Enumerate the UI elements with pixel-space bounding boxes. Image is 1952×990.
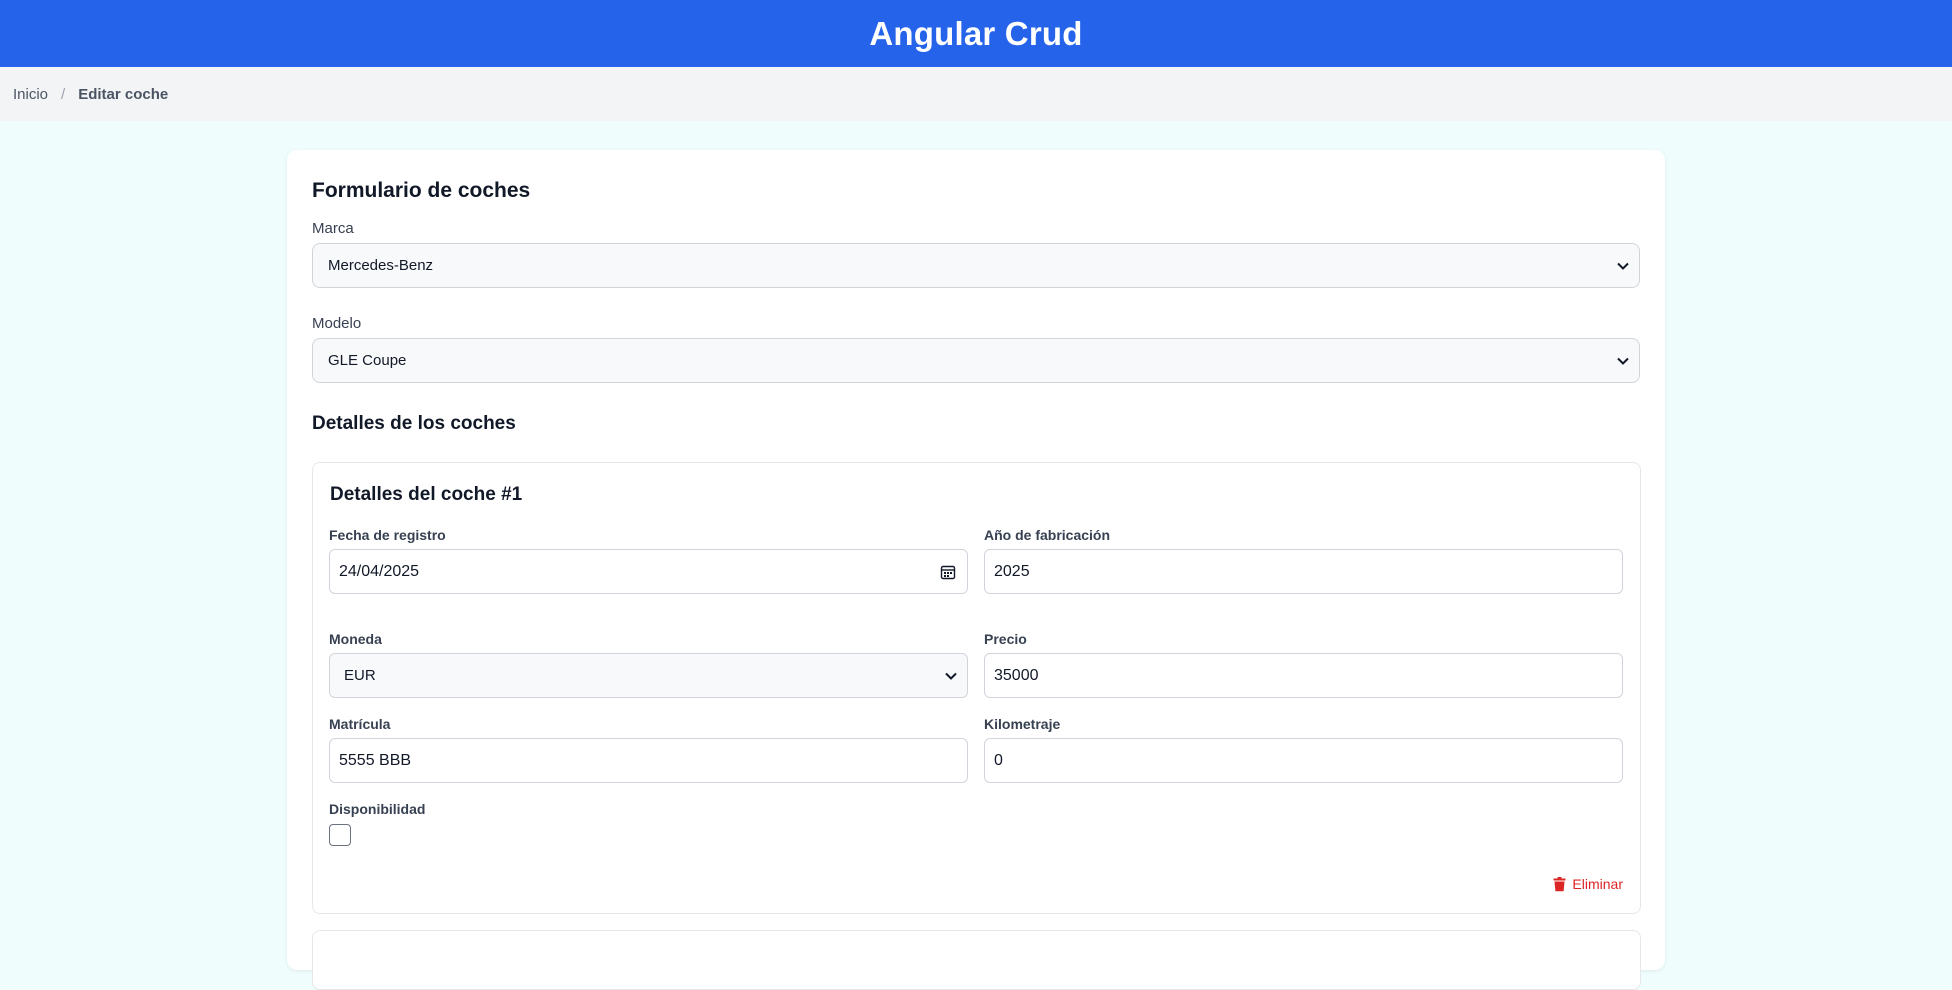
car-form-card: Formulario de coches Marca Mercedes-Benz… bbox=[287, 150, 1665, 990]
brand-select[interactable]: Mercedes-Benz bbox=[312, 243, 1640, 288]
price-input[interactable]: 35000 bbox=[984, 653, 1623, 698]
mileage-value: 0 bbox=[994, 751, 1003, 769]
availability-label: Disponibilidad bbox=[329, 801, 426, 817]
delete-car-label: Eliminar bbox=[1572, 876, 1623, 892]
registration-date-input[interactable]: 24/04/2025 bbox=[329, 549, 968, 594]
form-title: Formulario de coches bbox=[312, 179, 531, 202]
currency-value: EUR bbox=[344, 667, 376, 684]
breadcrumb: Inicio / Editar coche bbox=[0, 67, 1952, 121]
model-select-value: GLE Coupe bbox=[328, 352, 407, 369]
year-input[interactable]: 2025 bbox=[984, 549, 1623, 594]
brand-select-value: Mercedes-Benz bbox=[328, 257, 434, 274]
plate-value: 5555 BBB bbox=[339, 751, 412, 769]
model-label: Modelo bbox=[312, 315, 362, 332]
car-details-title: Detalles del coche #1 bbox=[330, 484, 523, 505]
car-details-panel: Detalles del coche #1 Fecha de registro … bbox=[312, 462, 1641, 914]
delete-car-button[interactable]: Eliminar bbox=[1553, 876, 1623, 892]
registration-date-label: Fecha de registro bbox=[329, 527, 446, 543]
mileage-input[interactable]: 0 bbox=[984, 738, 1623, 783]
plate-label: Matrícula bbox=[329, 716, 391, 732]
chevron-down-icon bbox=[945, 672, 957, 680]
registration-date-value: 24/04/2025 bbox=[339, 562, 420, 580]
price-value: 35000 bbox=[994, 666, 1039, 684]
breadcrumb-home-link[interactable]: Inicio bbox=[13, 86, 48, 103]
trash-icon bbox=[1553, 876, 1566, 891]
model-select[interactable]: GLE Coupe bbox=[312, 338, 1640, 383]
details-section-title: Detalles de los coches bbox=[312, 413, 516, 434]
currency-label: Moneda bbox=[329, 631, 382, 647]
calendar-icon[interactable] bbox=[940, 564, 956, 580]
app-title: Angular Crud bbox=[869, 14, 1083, 52]
brand-label: Marca bbox=[312, 220, 354, 237]
year-label: Año de fabricación bbox=[984, 527, 1111, 543]
plate-input[interactable]: 5555 BBB bbox=[329, 738, 968, 783]
breadcrumb-current: Editar coche bbox=[78, 85, 169, 103]
chevron-down-icon bbox=[1617, 357, 1629, 365]
chevron-down-icon bbox=[1617, 262, 1629, 270]
availability-checkbox[interactable] bbox=[329, 824, 351, 846]
year-value: 2025 bbox=[994, 562, 1030, 580]
price-label: Precio bbox=[984, 631, 1027, 647]
car-details-panel-next bbox=[312, 930, 1641, 990]
breadcrumb-separator: / bbox=[61, 85, 66, 103]
currency-select[interactable]: EUR bbox=[329, 653, 968, 698]
mileage-label: Kilometraje bbox=[984, 716, 1061, 732]
app-header: Angular Crud bbox=[0, 0, 1952, 67]
